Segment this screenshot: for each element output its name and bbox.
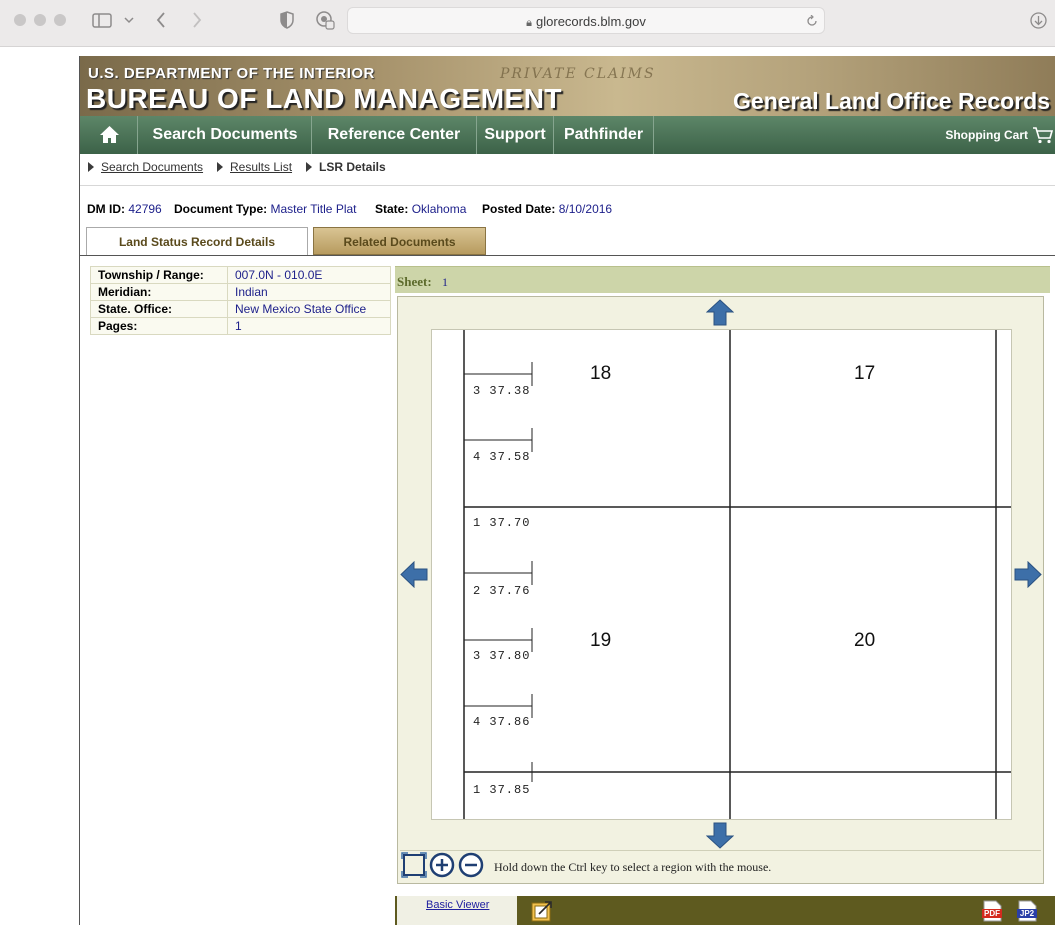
crumb-current: LSR Details — [306, 160, 386, 174]
detail-key: Pages: — [90, 317, 228, 335]
pdf-label: PDF — [984, 909, 1000, 918]
posted-date: Posted Date: 8/10/2016 — [482, 202, 613, 216]
divider — [80, 185, 1055, 186]
privacy-report-icon[interactable] — [315, 10, 335, 30]
plat-lot-label: 1 37.85 — [473, 783, 531, 797]
pdf-download-button[interactable]: PDF — [981, 900, 1003, 922]
sheet-label: Sheet: — [397, 274, 432, 289]
state: State: Oklahoma — [375, 202, 467, 216]
plat-section-label: 18 — [590, 363, 612, 384]
main-nav: Search Documents Reference Center Suppor… — [80, 116, 1055, 154]
browser-toolbar: 🔒︎ glorecords.blm.gov — [0, 0, 1055, 47]
detail-value: New Mexico State Office — [227, 300, 391, 318]
zoom-window-button[interactable] — [54, 14, 66, 26]
nav-search-documents[interactable]: Search Documents — [139, 116, 312, 154]
detail-value: 007.0N - 010.0E — [227, 266, 391, 284]
minimize-window-button[interactable] — [34, 14, 46, 26]
detail-key: Township / Range: — [90, 266, 228, 284]
table-row: Township / Range: 007.0N - 010.0E — [90, 266, 391, 284]
reload-icon[interactable] — [806, 15, 818, 27]
table-row: Meridian: Indian — [90, 283, 391, 301]
dm-id: DM ID: 42796 — [87, 202, 162, 216]
lock-icon: 🔒︎ — [526, 17, 533, 29]
shopping-cart-link[interactable]: Shopping Cart — [945, 116, 1028, 154]
plat-lot-label: 4 37.86 — [473, 715, 531, 729]
sheet-number[interactable]: 1 — [442, 275, 448, 290]
sheet-header: Sheet: 1 — [395, 266, 1050, 293]
nav-pathfinder[interactable]: Pathfinder — [554, 116, 654, 154]
pan-down-icon[interactable] — [706, 822, 734, 849]
tab-land-status-record-details[interactable]: Land Status Record Details — [86, 227, 308, 256]
plat-lot-label: 3 37.80 — [473, 649, 531, 663]
plat-image[interactable]: 18 17 19 20 3 37.38 4 37.58 1 37.70 2 37… — [431, 329, 1012, 820]
department-title: U.S. DEPARTMENT OF THE INTERIOR — [88, 65, 375, 82]
jp2-download-button[interactable]: JP2 — [1016, 900, 1038, 922]
plat-lines — [463, 330, 1011, 819]
table-row: State. Office: New Mexico State Office — [90, 300, 391, 318]
url-text: glorecords.blm.gov — [536, 14, 646, 29]
fit-to-window-icon[interactable] — [401, 852, 427, 878]
home-button[interactable] — [80, 116, 138, 154]
toolbar-divider — [400, 850, 1041, 851]
chevron-down-icon[interactable] — [124, 17, 134, 24]
viewer-footer: Basic Viewer PDF JP2 — [395, 896, 1055, 925]
basic-viewer-tab: Basic Viewer — [397, 896, 517, 925]
downloads-icon[interactable] — [1030, 12, 1047, 29]
detail-value: 1 — [227, 317, 391, 335]
shield-icon[interactable] — [280, 11, 294, 29]
open-in-new-window-icon[interactable] — [531, 900, 553, 922]
details-table: Township / Range: 007.0N - 010.0E Meridia… — [90, 266, 391, 335]
plat-section-label: 19 — [590, 630, 612, 651]
crumb-search-documents[interactable]: Search Documents — [88, 160, 203, 174]
sidebar-icon[interactable] — [92, 13, 112, 28]
viewer-hint: Hold down the Ctrl key to select a regio… — [494, 860, 772, 874]
forward-icon[interactable] — [192, 12, 202, 28]
close-window-button[interactable] — [14, 14, 26, 26]
zoom-out-icon[interactable] — [458, 852, 484, 878]
plat-lot-label: 3 37.38 — [473, 384, 531, 398]
bureau-title: BUREAU OF LAND MANAGEMENT — [86, 83, 563, 114]
pan-right-icon[interactable] — [1014, 561, 1042, 588]
arrow-icon — [306, 162, 312, 172]
address-bar[interactable]: 🔒︎ glorecords.blm.gov — [347, 7, 825, 34]
jp2-label: JP2 — [1019, 909, 1035, 918]
plat-lot-label: 4 37.58 — [473, 450, 531, 464]
arrow-icon — [217, 162, 223, 172]
plat-lot-label: 2 37.76 — [473, 584, 531, 598]
detail-key: State. Office: — [90, 300, 228, 318]
plat-lot-label: 1 37.70 — [473, 516, 531, 530]
zoom-in-icon[interactable] — [429, 852, 455, 878]
pan-up-icon[interactable] — [706, 299, 734, 326]
table-row: Pages: 1 — [90, 317, 391, 335]
back-icon[interactable] — [156, 12, 166, 28]
tab-divider — [80, 255, 1055, 256]
home-icon — [100, 126, 119, 143]
cart-icon[interactable] — [1032, 126, 1054, 144]
records-title: General Land Office Records — [733, 88, 1050, 114]
detail-key: Meridian: — [90, 283, 228, 301]
detail-value: Indian — [227, 283, 391, 301]
basic-viewer-link[interactable]: Basic Viewer — [426, 899, 489, 911]
document-type: Document Type: Master Title Plat — [174, 202, 357, 216]
nav-support[interactable]: Support — [477, 116, 554, 154]
image-viewer[interactable]: 18 17 19 20 3 37.38 4 37.58 1 37.70 2 37… — [397, 296, 1044, 884]
tab-related-documents[interactable]: Related Documents — [313, 227, 486, 255]
plat-section-label: 20 — [854, 630, 876, 651]
banner-background-script: PRIVATE CLAIMS — [500, 66, 656, 82]
pan-left-icon[interactable] — [400, 561, 428, 588]
page-content: PRIVATE CLAIMS U.S. DEPARTMENT OF THE IN… — [79, 56, 1055, 925]
site-banner: PRIVATE CLAIMS U.S. DEPARTMENT OF THE IN… — [80, 56, 1055, 116]
nav-reference-center[interactable]: Reference Center — [312, 116, 477, 154]
crumb-results-list[interactable]: Results List — [217, 160, 292, 174]
plat-section-label: 17 — [854, 363, 876, 384]
arrow-icon — [88, 162, 94, 172]
